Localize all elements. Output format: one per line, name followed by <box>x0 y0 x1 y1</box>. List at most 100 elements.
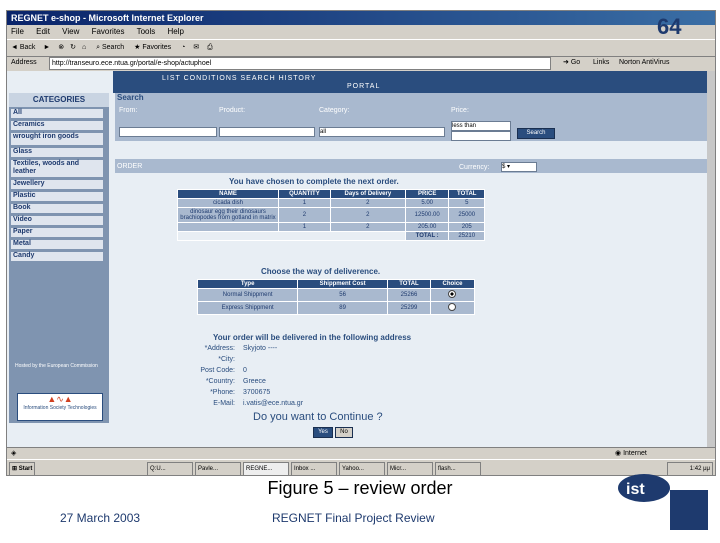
sidebar-badge: Hosted by the European Commission <box>15 363 98 369</box>
figure-caption: Figure 5 – review order <box>267 478 453 498</box>
category-label: Category: <box>319 107 350 114</box>
url-input[interactable]: http://transeuro.ece.ntua.gr/portal/e-sh… <box>49 57 551 70</box>
taskbar-item[interactable]: Pavle... <box>195 462 241 475</box>
total-label: TOTAL : <box>404 231 450 241</box>
vertical-scrollbar[interactable] <box>707 71 715 447</box>
col-choice: Choice <box>429 279 476 289</box>
nav-links[interactable]: LIST CONDITIONS SEARCH HISTORY <box>162 75 316 82</box>
menu-edit[interactable]: Edit <box>36 27 50 36</box>
order-intro: You have chosen to complete the next ord… <box>229 177 399 186</box>
address-heading: Your order will be delivered in the foll… <box>213 333 412 342</box>
taskbar-item[interactable]: Inbox ... <box>291 462 337 475</box>
category-item[interactable]: Candy <box>11 252 103 262</box>
email-value: i.vatis@ece.ntua.gr <box>243 400 304 407</box>
email-label: E-Mail: <box>213 400 235 407</box>
history-icon[interactable]: ◔ <box>181 44 185 51</box>
category-item[interactable]: Metal <box>11 240 103 250</box>
price-label: Price: <box>451 107 469 114</box>
favorites-button[interactable]: ★ Favorites <box>134 44 171 51</box>
category-item[interactable]: All <box>11 109 103 119</box>
order-heading: ORDER <box>117 163 143 170</box>
footer-title: REGNET Final Project Review <box>272 511 435 525</box>
normal-shipment-radio[interactable] <box>448 290 457 298</box>
no-button[interactable]: No <box>335 427 353 438</box>
start-button[interactable]: ⊞ Start <box>9 462 36 475</box>
delivery-table: Type Shippment Cost TOTAL Choice Normal … <box>196 279 476 315</box>
col-cost: Shippment Cost <box>297 279 388 289</box>
ist-logo-graphic: ▲∿▲ <box>47 394 73 404</box>
price-select[interactable]: less than <box>451 121 511 131</box>
express-shipment-radio[interactable] <box>448 303 457 311</box>
window-title: REGNET e-shop - Microsoft Internet Explo… <box>11 13 204 23</box>
svg-text:ist: ist <box>626 481 645 498</box>
category-item[interactable]: Paper <box>11 228 103 238</box>
order-table: NAME QUANTITY Days of Delivery PRICE TOT… <box>177 189 485 241</box>
delivery-prompt: Choose the way of deliverence. <box>261 267 381 276</box>
menu-file[interactable]: File <box>11 27 24 36</box>
nav-portal-link[interactable]: PORTAL <box>347 83 380 90</box>
page-viewport: LIST CONDITIONS SEARCH HISTORY PORTAL CA… <box>7 71 707 447</box>
category-item[interactable]: Video <box>11 216 103 226</box>
stop-icon[interactable]: ⊗ <box>58 44 64 51</box>
title-bar: REGNET e-shop - Microsoft Internet Explo… <box>7 11 715 25</box>
price-input[interactable] <box>451 131 511 141</box>
search-heading: Search <box>117 93 144 102</box>
ist-logo: ▲∿▲ Information Society Technologies <box>17 393 103 421</box>
currency-select[interactable]: $ ▾ <box>501 162 537 172</box>
taskbar-item[interactable]: REGNE... <box>243 462 289 475</box>
city-label: *City: <box>218 356 235 363</box>
country-label: *Country: <box>205 378 235 385</box>
menu-view[interactable]: View <box>62 27 79 36</box>
taskbar-item[interactable]: Micr... <box>387 462 433 475</box>
print-icon[interactable]: ⎙ <box>207 44 213 51</box>
category-select[interactable]: all <box>319 127 445 137</box>
postcode-value: 0 <box>243 367 247 374</box>
col-days: Days of Delivery <box>329 189 406 199</box>
country-value: Greece <box>243 378 266 385</box>
norton-button[interactable]: Norton AntiVirus <box>619 55 669 71</box>
col-type: Type <box>196 279 299 289</box>
col-quantity: QUANTITY <box>278 189 331 199</box>
address-label: *Address: <box>204 345 235 352</box>
product-input[interactable] <box>219 127 315 137</box>
category-item[interactable]: Ceramics <box>11 121 103 131</box>
address-value: Skyjoto ---- <box>243 345 278 352</box>
category-item[interactable]: Glass <box>11 148 103 158</box>
category-item[interactable]: Jewellery <box>11 180 103 190</box>
menu-help[interactable]: Help <box>168 27 184 36</box>
address-bar: Address http://transeuro.ece.ntua.gr/por… <box>7 55 715 71</box>
table-row: 1 2 205.00 205 <box>177 222 485 232</box>
taskbar-item[interactable]: flash... <box>435 462 481 475</box>
slide-number: 64 <box>657 14 682 39</box>
links-button[interactable]: Links <box>593 55 609 71</box>
forward-icon[interactable]: ► <box>43 44 50 51</box>
go-button[interactable]: ➜ Go <box>563 55 580 71</box>
table-row: Express Shippment 89 25299 <box>196 301 476 315</box>
menu-favorites[interactable]: Favorites <box>92 27 125 36</box>
order-panel <box>115 159 707 173</box>
taskbar-item[interactable]: Yahoo... <box>339 462 385 475</box>
taskbar-item[interactable]: Q:U... <box>147 462 193 475</box>
search-button-page[interactable]: Search <box>517 128 555 139</box>
menu-tools[interactable]: Tools <box>137 27 156 36</box>
footer-date: 27 March 2003 <box>60 511 141 525</box>
col-price: PRICE <box>404 189 450 199</box>
browser-window: REGNET e-shop - Microsoft Internet Explo… <box>6 10 716 476</box>
from-label: From: <box>119 107 138 114</box>
categories-title: CATEGORIES <box>9 93 109 107</box>
category-item[interactable]: Book <box>11 204 103 214</box>
category-item[interactable]: Textiles, woods and leather <box>11 160 103 178</box>
back-button[interactable]: ◄ Back <box>11 44 35 51</box>
phone-value: 3700675 <box>243 389 271 396</box>
categories-sidebar: CATEGORIES All Ceramics wrought iron goo… <box>9 93 109 423</box>
from-input[interactable] <box>119 127 217 137</box>
yes-button[interactable]: Yes <box>313 427 333 438</box>
search-button[interactable]: ⌕ Search <box>96 44 124 51</box>
category-item[interactable]: wrought iron goods <box>11 133 103 146</box>
mail-icon[interactable]: ✉ <box>193 44 199 51</box>
postcode-label: Post Code: <box>200 367 235 374</box>
refresh-icon[interactable]: ↻ <box>70 44 76 51</box>
home-icon[interactable]: ⌂ <box>82 44 86 51</box>
col-name: NAME <box>177 189 279 199</box>
category-item[interactable]: Plastic <box>11 192 103 202</box>
